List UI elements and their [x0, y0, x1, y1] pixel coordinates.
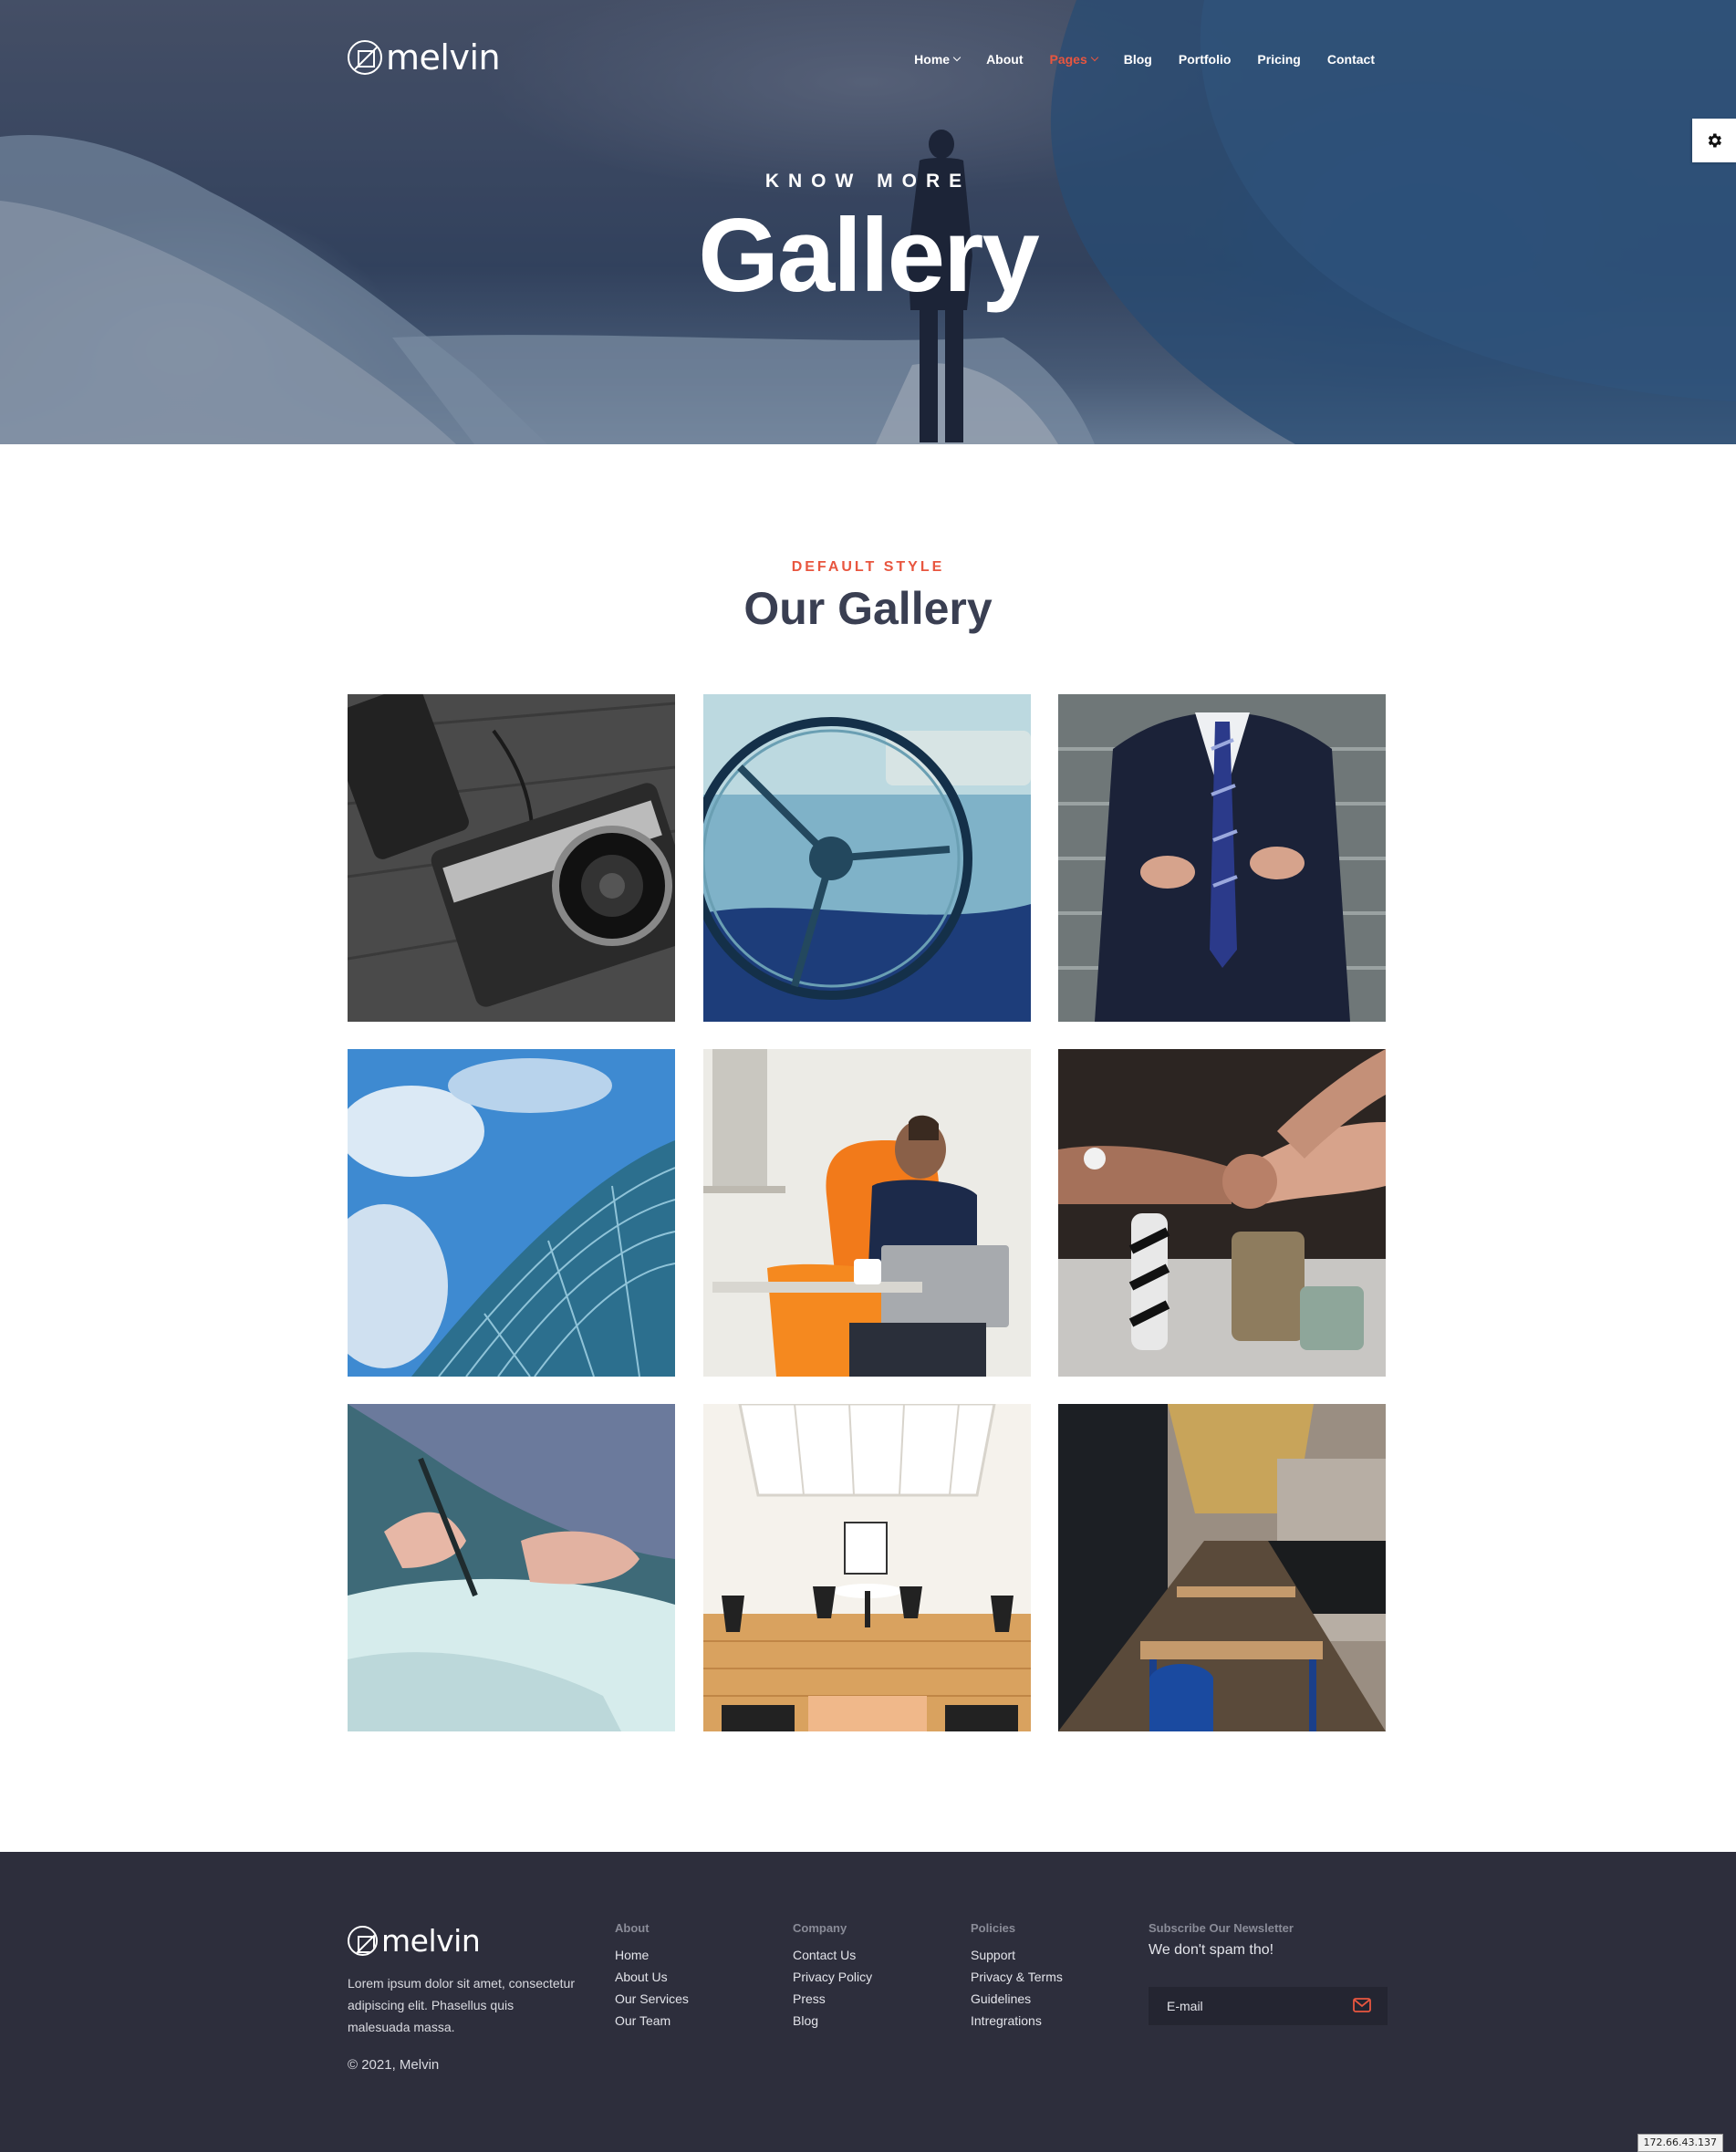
nav-item-portfolio[interactable]: Portfolio [1179, 52, 1232, 67]
footer-link-our-team[interactable]: Our Team [615, 2010, 689, 2032]
footer-link-home[interactable]: Home [615, 1944, 689, 1966]
footer-link-privacy-policy[interactable]: Privacy Policy [793, 1966, 872, 1988]
nav-item-blog[interactable]: Blog [1124, 52, 1152, 67]
footer-column-company: Company Contact Us Privacy Policy Press … [793, 1921, 872, 2032]
footer-column-policies: Policies Support Privacy & Terms Guideli… [971, 1921, 1063, 2032]
section-kicker: DEFAULT STYLE [791, 559, 945, 575]
logo-mark-icon [348, 40, 382, 75]
gallery-image-laptop-man[interactable] [703, 1049, 1031, 1377]
newsletter-email-input[interactable] [1149, 1999, 1331, 2013]
gallery-image-camera[interactable] [348, 694, 675, 1022]
gallery-image-steering-wheel[interactable] [703, 694, 1031, 1022]
footer-column-about: About Home About Us Our Services Our Tea… [615, 1921, 689, 2032]
footer-link-our-services[interactable]: Our Services [615, 1988, 689, 2010]
footer-newsletter: Subscribe Our Newsletter We don't spam t… [1149, 1921, 1294, 1959]
footer-about-text: Lorem ipsum dolor sit amet, consectetur … [348, 1976, 575, 2034]
footer-link-support[interactable]: Support [971, 1944, 1063, 1966]
settings-toggle-button[interactable] [1692, 119, 1736, 162]
footer-column-heading: About [615, 1921, 650, 1935]
gallery-image-suit[interactable] [1058, 694, 1386, 1022]
nav-label: Blog [1123, 52, 1152, 67]
newsletter-tagline: We don't spam tho! [1149, 1942, 1274, 1958]
footer-link-guidelines[interactable]: Guidelines [971, 1988, 1063, 2010]
footer-link-blog[interactable]: Blog [793, 2010, 872, 2032]
newsletter-heading: Subscribe Our Newsletter [1149, 1921, 1294, 1935]
main-nav: Home About Pages Blog Portfolio Pricing … [888, 50, 1375, 68]
footer-column-heading: Company [793, 1921, 847, 1935]
nav-item-pages[interactable]: Pages [1049, 52, 1098, 67]
footer-link-press[interactable]: Press [793, 1988, 872, 2010]
footer-link-about-us[interactable]: About Us [615, 1966, 689, 1988]
footer-column-heading: Policies [971, 1921, 1016, 1935]
nav-label: Portfolio [1178, 52, 1232, 67]
nav-label: Pricing [1257, 52, 1301, 67]
footer-logo[interactable]: melvin [348, 1923, 481, 1959]
nav-item-contact[interactable]: Contact [1327, 52, 1375, 67]
nav-label: Contact [1326, 52, 1375, 67]
footer-link-privacy-terms[interactable]: Privacy & Terms [971, 1966, 1063, 1988]
brand-name: melvin [381, 1923, 481, 1959]
hero-kicker: KNOW MORE [764, 171, 972, 192]
gallery-image-building[interactable] [348, 1049, 675, 1377]
hero-banner: melvin Home About Pages Blog Portfolio P… [0, 0, 1736, 444]
brand-name: melvin [386, 37, 501, 78]
footer-link-integrations[interactable]: Intregrations [971, 2010, 1063, 2032]
gallery-image-signing[interactable] [348, 1404, 675, 1731]
gallery-image-fist-bump[interactable] [1058, 1049, 1386, 1377]
section-title: Our Gallery [743, 583, 993, 634]
chevron-down-icon [952, 53, 962, 62]
nav-item-pricing[interactable]: Pricing [1257, 52, 1300, 67]
chevron-down-icon [1090, 53, 1098, 62]
logo-mark-icon [348, 1926, 378, 1956]
newsletter-form [1149, 1987, 1388, 2025]
header-logo[interactable]: melvin [348, 37, 501, 78]
ip-address-badge: 172.66.43.137 [1637, 2134, 1723, 2152]
nav-item-about[interactable]: About [986, 52, 1023, 67]
nav-label: About [986, 52, 1024, 67]
envelope-icon[interactable] [1353, 1998, 1371, 2012]
gear-icon [1708, 133, 1721, 148]
nav-item-home[interactable]: Home [914, 52, 962, 67]
nav-label: Home [914, 52, 951, 67]
gallery-image-dining-room[interactable] [703, 1404, 1031, 1731]
footer-link-contact-us[interactable]: Contact Us [793, 1944, 872, 1966]
nav-label: Pages [1049, 52, 1087, 67]
hero-title: Gallery [698, 198, 1040, 314]
footer-copyright: © 2021, Melvin [348, 2057, 440, 2073]
gallery-image-cafe-hall[interactable] [1058, 1404, 1386, 1731]
